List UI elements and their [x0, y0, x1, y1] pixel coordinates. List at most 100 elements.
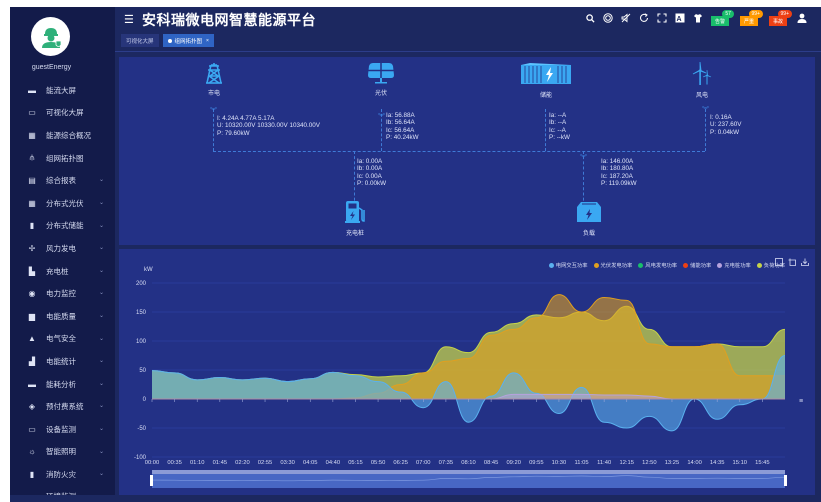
theme-shirt-icon[interactable]: [693, 13, 704, 24]
reading-current: I: 4.24A 4.77A 5.17A: [217, 115, 275, 122]
node-storage[interactable]: 储能: [518, 62, 574, 99]
legend-item[interactable]: 电网交互功率: [548, 261, 588, 269]
sidebar-item[interactable]: ✢ 风力发电 ⌄: [10, 237, 115, 260]
reading-ia: Ia: 146.00A: [601, 158, 634, 165]
y-tick-label: 150: [136, 310, 147, 316]
sidebar-menu: ▬ 能流大屏 ▭ 可视化大屏 ▦ 能源综合概况 ⫛ 组网拓扑图 ▤ 综合报表 ⌄ ▦ 分布式光伏 ⌄ ▮ 分布…: [10, 79, 115, 495]
badge-count: 99+: [748, 10, 763, 18]
sidebar-item[interactable]: ▬ 环境监测 ⌄: [10, 486, 115, 495]
sidebar-item-label: 分布式储能: [46, 221, 84, 231]
sidebar-item[interactable]: ⫛ 组网拓扑图: [10, 147, 115, 170]
sidebar-item[interactable]: ▬ 能耗分析 ⌄: [10, 373, 115, 396]
power-monitor-icon: ◉: [28, 289, 36, 299]
sidebar-item[interactable]: ▮ 消防火灾 ⌄: [10, 463, 115, 486]
sidebar-item-label: 消防火灾: [46, 469, 76, 479]
x-tick-label: 01:10: [190, 460, 205, 466]
legend-item[interactable]: 储能功率: [683, 261, 711, 269]
load-readings: Ia: 146.00A Ib: 180.80A Ic: 187.20A P: 119.…: [601, 158, 637, 187]
legend-item[interactable]: 光伏发电功率: [593, 261, 632, 269]
sidebar-item[interactable]: ☼ 智能照明 ⌄: [10, 441, 115, 464]
sidebar-item[interactable]: ▟ 电能统计 ⌄: [10, 350, 115, 373]
node-grid[interactable]: 市电: [199, 62, 229, 97]
reading-ia: Ia: 0.00A: [357, 158, 383, 165]
legend-swatch: [593, 262, 599, 268]
sidebar-item[interactable]: ▲ 电气安全 ⌄: [10, 328, 115, 351]
chevron-down-icon: ⌄: [99, 448, 105, 455]
x-tick-label: 15:10: [733, 460, 748, 466]
node-label: 风电: [695, 93, 708, 99]
refresh-icon[interactable]: [639, 13, 650, 24]
legend-item[interactable]: 风电发电功率: [638, 261, 677, 269]
sidebar-item[interactable]: ▦ 分布式光伏 ⌄: [10, 192, 115, 215]
fullscreen-icon[interactable]: [657, 13, 668, 24]
node-label: 市电: [207, 91, 220, 97]
tab-label: 可视化大屏: [126, 38, 154, 45]
help-ring-icon[interactable]: [603, 13, 614, 24]
tab-label: 组网拓扑图: [174, 38, 203, 45]
mute-icon[interactable]: [621, 13, 632, 24]
reading-voltage: U: 10320.00V 10330.00V 10340.00V: [217, 122, 320, 130]
tab-visual-screen[interactable]: 可视化大屏: [121, 34, 159, 47]
download-icon[interactable]: [801, 258, 809, 268]
sidebar-item[interactable]: ▦ 能源综合概况: [10, 124, 115, 147]
topology-panel: 市电 光伏 储能 风电 ︾ ︾ ︾ ︾ I: 4.24A 4.77A 5.17A…: [119, 57, 815, 245]
storage-readings: Ia: --A Ib: --A Ic: --A P: --kW: [549, 112, 570, 141]
sidebar-item[interactable]: ◉ 电力监控 ⌄: [10, 282, 115, 305]
legend-swatch: [548, 262, 554, 268]
severe-badge-button[interactable]: 严重 99+: [739, 10, 763, 26]
node-pv[interactable]: 光伏: [366, 62, 396, 97]
sidebar-item[interactable]: ◈ 预付费系统 ⌄: [10, 395, 115, 418]
user-icon[interactable]: [796, 13, 807, 24]
alarm-light-icon: ▲: [28, 334, 36, 344]
sidebar-item[interactable]: ▬ 能流大屏: [10, 79, 115, 102]
datazoom-toggle-icon[interactable]: ≡: [799, 398, 803, 405]
sidebar-item-label: 分布式光伏: [46, 198, 84, 208]
x-tick-label: 08:45: [484, 460, 499, 466]
node-label: 储能: [539, 93, 552, 99]
node-wind[interactable]: 风电: [687, 61, 717, 99]
datazoom-handle-left[interactable]: [150, 475, 153, 486]
menu-toggle-icon[interactable]: ☰: [124, 13, 134, 26]
sidebar-item-label: 电力监控: [46, 289, 76, 299]
font-size-icon[interactable]: A: [675, 13, 686, 24]
sidebar-item[interactable]: ▙ 充电桩 ⌄: [10, 260, 115, 283]
accident-badge-button[interactable]: 事故 99+: [768, 10, 792, 26]
x-tick-label: 02:55: [258, 460, 273, 466]
sidebar-item[interactable]: ▆ 电能质量 ⌄: [10, 305, 115, 328]
alarm-badge-button[interactable]: 告警 57: [710, 10, 734, 26]
tab-topology[interactable]: 组网拓扑图 ×: [162, 34, 214, 47]
restore-icon[interactable]: [775, 258, 783, 268]
x-tick-label: 09:55: [529, 460, 544, 466]
y-tick-label: 50: [139, 368, 146, 374]
wind-turbine-icon: [692, 61, 712, 85]
power-area-chart[interactable]: kW200150100500-50-10000:00 00:35 01:10 01:4…: [119, 249, 815, 495]
back-icon[interactable]: [788, 258, 796, 268]
chevron-down-icon: ⌄: [99, 335, 105, 342]
legend-item[interactable]: 充电桩功率: [717, 261, 751, 269]
sidebar-item[interactable]: ▤ 综合报表 ⌄: [10, 169, 115, 192]
legend-label: 风电发电功率: [645, 263, 678, 269]
search-icon[interactable]: [585, 13, 596, 24]
badge-label: 严重: [743, 18, 754, 25]
reading-power: P: 79.60kW: [217, 129, 250, 137]
node-charger[interactable]: 充电桩: [335, 200, 375, 237]
legend-swatch: [683, 262, 689, 268]
datazoom-handle-right[interactable]: [784, 475, 787, 486]
charging-pile-icon: ▙: [28, 266, 36, 276]
x-tick-label: 07:00: [416, 460, 431, 466]
sidebar-item[interactable]: ▭ 可视化大屏: [10, 102, 115, 125]
chevron-down-icon: ⌄: [99, 425, 105, 432]
avatar[interactable]: [31, 17, 70, 56]
datazoom-track: [152, 470, 785, 474]
close-icon[interactable]: ×: [206, 38, 209, 44]
sidebar-item[interactable]: ▭ 设备监测 ⌄: [10, 418, 115, 441]
report-icon: ▤: [28, 176, 36, 186]
grid-report-icon: ▦: [28, 130, 36, 140]
x-tick-label: 10:30: [552, 460, 567, 466]
sidebar-item-label: 能耗分析: [46, 379, 76, 389]
node-label: 光伏: [374, 91, 387, 97]
sidebar-item-label: 组网拓扑图: [46, 153, 84, 163]
node-load[interactable]: 负载: [574, 200, 604, 237]
sidebar-item[interactable]: ▮ 分布式储能 ⌄: [10, 215, 115, 238]
topology-icon: ⫛: [29, 153, 35, 163]
